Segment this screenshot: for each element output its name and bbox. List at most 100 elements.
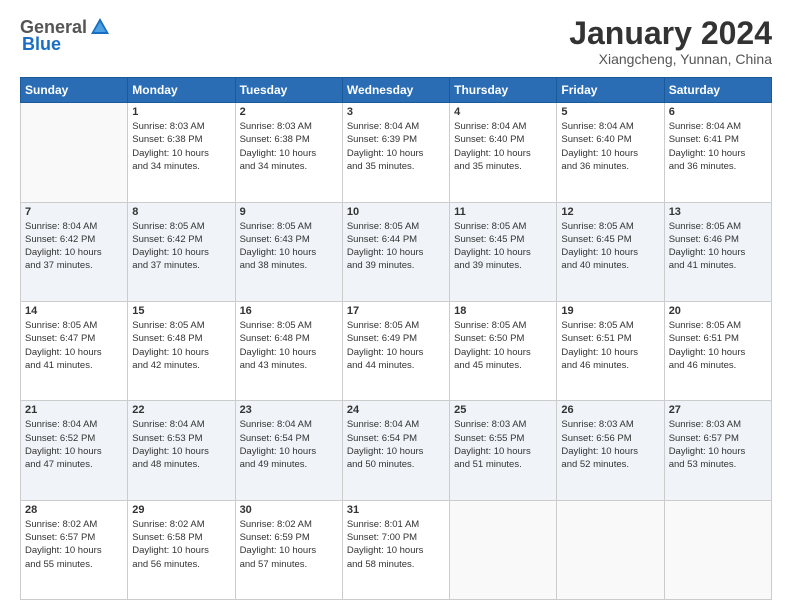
cell-info: Sunrise: 8:03 AMSunset: 6:57 PMDaylight:… — [669, 418, 767, 471]
day-number: 11 — [454, 206, 552, 218]
cell-info-line: and 38 minutes. — [240, 259, 338, 272]
day-number: 7 — [25, 206, 123, 218]
calendar-week-row: 28Sunrise: 8:02 AMSunset: 6:57 PMDayligh… — [21, 500, 772, 599]
cell-info-line: Daylight: 10 hours — [347, 147, 445, 160]
cell-info-line: and 45 minutes. — [454, 359, 552, 372]
cell-info-line: Daylight: 10 hours — [25, 246, 123, 259]
cell-info-line: Daylight: 10 hours — [132, 147, 230, 160]
cell-info-line: Sunset: 6:48 PM — [132, 332, 230, 345]
cell-info-line: and 52 minutes. — [561, 458, 659, 471]
cell-info: Sunrise: 8:05 AMSunset: 6:50 PMDaylight:… — [454, 319, 552, 372]
day-number: 29 — [132, 504, 230, 516]
table-row: 4 Sunrise: 8:04 AMSunset: 6:40 PMDaylight… — [450, 103, 557, 202]
logo-icon — [89, 16, 111, 38]
day-number: 10 — [347, 206, 445, 218]
cell-info-line: Daylight: 10 hours — [240, 246, 338, 259]
cell-info-line: Sunrise: 8:03 AM — [240, 120, 338, 133]
cell-info-line: Daylight: 10 hours — [132, 544, 230, 557]
cell-info-line: Sunset: 6:49 PM — [347, 332, 445, 345]
table-row: 5Sunrise: 8:04 AMSunset: 6:40 PMDaylight… — [557, 103, 664, 202]
cell-info-line: and 39 minutes. — [454, 259, 552, 272]
cell-info-line: Sunrise: 8:04 AM — [25, 418, 123, 431]
table-row: 19Sunrise: 8:05 AMSunset: 6:51 PMDayligh… — [557, 301, 664, 400]
cell-info-line: Sunset: 6:44 PM — [347, 233, 445, 246]
cell-info-line: and 37 minutes. — [25, 259, 123, 272]
month-title: January 2024 — [569, 16, 772, 51]
cell-info: Sunrise: 8:04 AMSunset: 6:41 PMDaylight:… — [669, 120, 767, 173]
cell-info-line: and 50 minutes. — [347, 458, 445, 471]
day-number: 8 — [132, 206, 230, 218]
cell-info: Sunrise: 8:04 AMSunset: 6:40 PMDaylight:… — [454, 120, 552, 173]
cell-info-line: Daylight: 10 hours — [132, 445, 230, 458]
cell-info: Sunrise: 8:05 AMSunset: 6:42 PMDaylight:… — [132, 220, 230, 273]
day-number: 21 — [25, 404, 123, 416]
day-number: 1 — [132, 106, 230, 118]
table-row: 8 Sunrise: 8:05 AMSunset: 6:42 PMDaylight… — [128, 202, 235, 301]
page: General Blue January 2024 Xiangcheng, Yu… — [0, 0, 792, 612]
cell-info: Sunrise: 8:05 AMSunset: 6:48 PMDaylight:… — [240, 319, 338, 372]
cell-info-line: and 37 minutes. — [132, 259, 230, 272]
cell-info-line: Sunset: 6:54 PM — [240, 432, 338, 445]
cell-info-line: Sunrise: 8:05 AM — [132, 319, 230, 332]
cell-info-line: Sunrise: 8:04 AM — [25, 220, 123, 233]
cell-info-line: Sunset: 6:46 PM — [669, 233, 767, 246]
table-row: 9 Sunrise: 8:05 AMSunset: 6:43 PMDaylight… — [235, 202, 342, 301]
col-wednesday: Wednesday — [342, 78, 449, 103]
cell-info: Sunrise: 8:03 AMSunset: 6:55 PMDaylight:… — [454, 418, 552, 471]
cell-info-line: Sunrise: 8:04 AM — [669, 120, 767, 133]
table-row: 11Sunrise: 8:05 AMSunset: 6:45 PMDayligh… — [450, 202, 557, 301]
table-row: 2Sunrise: 8:03 AMSunset: 6:38 PMDaylight… — [235, 103, 342, 202]
cell-info-line: Sunrise: 8:05 AM — [347, 220, 445, 233]
day-number: 25 — [454, 404, 552, 416]
cell-info-line: Sunset: 6:38 PM — [240, 133, 338, 146]
cell-info: Sunrise: 8:04 AMSunset: 6:52 PMDaylight:… — [25, 418, 123, 471]
day-number: 14 — [25, 305, 123, 317]
cell-info: Sunrise: 8:02 AMSunset: 6:57 PMDaylight:… — [25, 518, 123, 571]
cell-info-line: Daylight: 10 hours — [132, 346, 230, 359]
day-number: 24 — [347, 404, 445, 416]
cell-info-line: Daylight: 10 hours — [347, 544, 445, 557]
cell-info-line: Sunrise: 8:05 AM — [454, 319, 552, 332]
cell-info: Sunrise: 8:05 AMSunset: 6:43 PMDaylight:… — [240, 220, 338, 273]
cell-info: Sunrise: 8:05 AMSunset: 6:51 PMDaylight:… — [561, 319, 659, 372]
cell-info-line: Sunrise: 8:05 AM — [454, 220, 552, 233]
day-number: 9 — [240, 206, 338, 218]
cell-info-line: Sunrise: 8:05 AM — [240, 220, 338, 233]
table-row: 13Sunrise: 8:05 AMSunset: 6:46 PMDayligh… — [664, 202, 771, 301]
table-row: 24Sunrise: 8:04 AMSunset: 6:54 PMDayligh… — [342, 401, 449, 500]
cell-info-line: and 44 minutes. — [347, 359, 445, 372]
day-number: 6 — [669, 106, 767, 118]
table-row — [557, 500, 664, 599]
calendar-week-row: 21 Sunrise: 8:04 AMSunset: 6:52 PMDayligh… — [21, 401, 772, 500]
cell-info-line: Daylight: 10 hours — [669, 147, 767, 160]
cell-info-line: Daylight: 10 hours — [454, 246, 552, 259]
cell-info-line: and 46 minutes. — [669, 359, 767, 372]
cell-info: Sunrise: 8:03 AMSunset: 6:38 PMDaylight:… — [132, 120, 230, 173]
table-row: 20Sunrise: 8:05 AMSunset: 6:51 PMDayligh… — [664, 301, 771, 400]
cell-info-line: and 46 minutes. — [561, 359, 659, 372]
cell-info-line: Sunrise: 8:03 AM — [561, 418, 659, 431]
cell-info-line: Daylight: 10 hours — [240, 346, 338, 359]
cell-info-line: Sunrise: 8:05 AM — [669, 220, 767, 233]
cell-info: Sunrise: 8:05 AMSunset: 6:49 PMDaylight:… — [347, 319, 445, 372]
cell-info-line: and 56 minutes. — [132, 558, 230, 571]
calendar-table: Sunday Monday Tuesday Wednesday Thursday… — [20, 77, 772, 600]
cell-info-line: and 58 minutes. — [347, 558, 445, 571]
cell-info-line: Daylight: 10 hours — [669, 445, 767, 458]
cell-info-line: and 51 minutes. — [454, 458, 552, 471]
cell-info-line: Daylight: 10 hours — [561, 246, 659, 259]
table-row: 30Sunrise: 8:02 AMSunset: 6:59 PMDayligh… — [235, 500, 342, 599]
cell-info-line: and 42 minutes. — [132, 359, 230, 372]
cell-info-line: Daylight: 10 hours — [561, 147, 659, 160]
cell-info-line: Sunrise: 8:05 AM — [347, 319, 445, 332]
cell-info-line: and 43 minutes. — [240, 359, 338, 372]
logo: General Blue — [20, 16, 111, 55]
cell-info-line: Daylight: 10 hours — [561, 445, 659, 458]
day-number: 4 — [454, 106, 552, 118]
cell-info-line: Daylight: 10 hours — [454, 147, 552, 160]
cell-info-line: Sunrise: 8:04 AM — [132, 418, 230, 431]
table-row: 31Sunrise: 8:01 AMSunset: 7:00 PMDayligh… — [342, 500, 449, 599]
cell-info: Sunrise: 8:05 AMSunset: 6:47 PMDaylight:… — [25, 319, 123, 372]
cell-info-line: Daylight: 10 hours — [240, 544, 338, 557]
day-number: 30 — [240, 504, 338, 516]
